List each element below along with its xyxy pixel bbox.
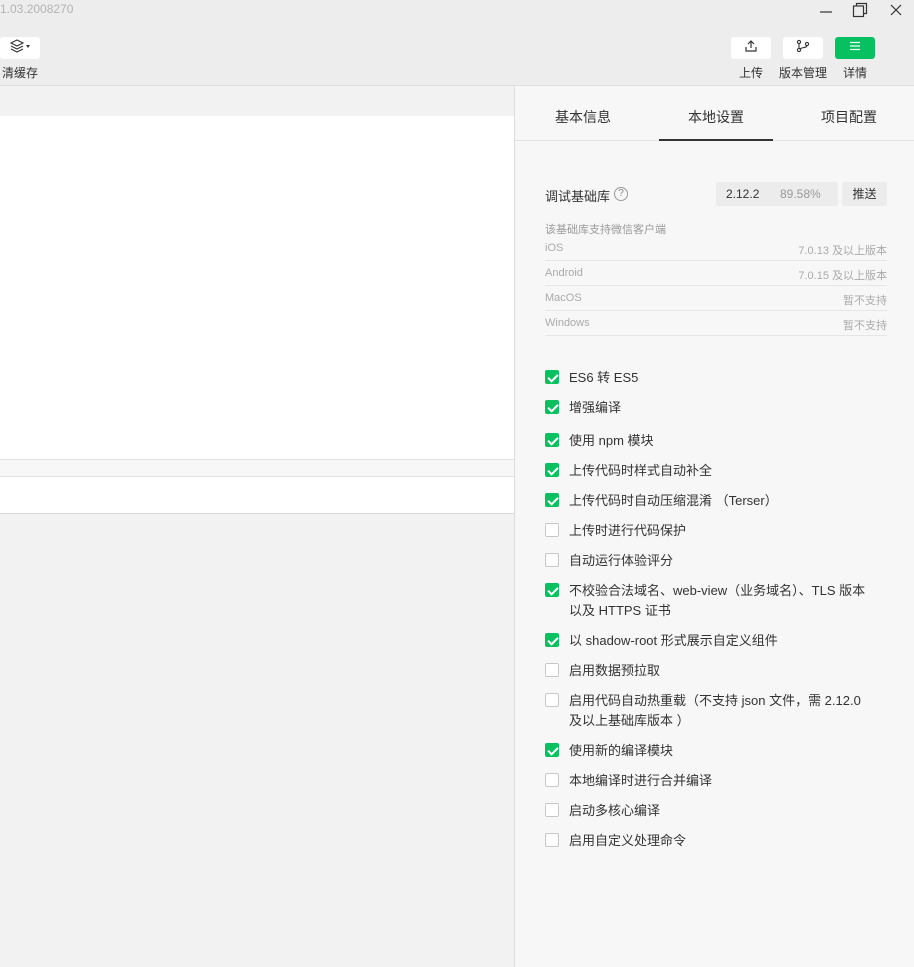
console-strip[interactable] — [0, 477, 514, 514]
checkbox[interactable] — [545, 400, 559, 414]
checkbox[interactable] — [545, 493, 559, 507]
checkbox[interactable] — [545, 553, 559, 567]
option-label: 自动运行体验评分 — [569, 553, 674, 568]
checkbox[interactable] — [545, 773, 559, 787]
close-icon[interactable] — [884, 0, 908, 20]
menu-icon — [849, 39, 861, 57]
push-button[interactable]: 推送 — [842, 182, 887, 206]
option-label: 以 shadow-root 形式展示自定义组件 — [569, 633, 778, 648]
option-label: 使用新的编译模块 — [569, 743, 674, 758]
restore-icon[interactable] — [848, 0, 872, 20]
tab-local-settings[interactable]: 本地设置 — [659, 86, 773, 141]
help-icon[interactable]: ? — [614, 187, 628, 201]
tab-project-config[interactable]: 项目配置 — [789, 86, 909, 141]
tab-bar: 基本信息 本地设置 项目配置 — [515, 86, 914, 141]
checkbox[interactable] — [545, 743, 559, 757]
support-row: Android 7.0.15 及以上版本 — [545, 261, 887, 286]
option-label: ES6 转 ES5 — [569, 370, 639, 385]
checkbox[interactable] — [545, 633, 559, 647]
divider — [0, 459, 514, 477]
debug-lib-row: 调试基础库 ? 2.12.2 89.58% 推送 — [545, 182, 887, 206]
support-version: 暂不支持 — [843, 295, 887, 307]
layers-icon — [9, 38, 31, 58]
support-os: Windows — [545, 317, 590, 329]
option-label: 增强编译 — [569, 400, 622, 415]
debug-lib-version: 2.12.2 — [726, 187, 760, 201]
upload-icon — [744, 39, 758, 58]
checkbox[interactable] — [545, 463, 559, 477]
debug-lib-percent: 89.58% — [780, 187, 821, 201]
version-text: 1.03.2008270 — [0, 2, 74, 16]
checkbox[interactable] — [545, 370, 559, 384]
support-version: 7.0.15 及以上版本 — [798, 270, 887, 282]
details-button[interactable] — [835, 37, 875, 59]
checkbox[interactable] — [545, 833, 559, 847]
option-label: 启用自定义处理命令 — [569, 833, 687, 848]
option-label: 本地编译时进行合并编译 — [569, 773, 713, 788]
support-row: Windows 暂不支持 — [545, 311, 887, 336]
checkbox[interactable] — [545, 523, 559, 537]
support-title: 该基础库支持微信客户端 — [545, 224, 666, 236]
debug-lib-select[interactable]: 2.12.2 89.58% — [716, 182, 838, 206]
editor-area[interactable] — [0, 116, 514, 459]
version-management-button[interactable] — [783, 37, 823, 59]
support-row: iOS 7.0.13 及以上版本 — [545, 236, 887, 261]
minimize-icon[interactable] — [814, 0, 838, 20]
support-row: MacOS 暂不支持 — [545, 286, 887, 311]
option-label: 上传代码时样式自动补全 — [569, 463, 713, 478]
option-label: 不校验合法域名、web-view（业务域名）、TLS 版本以及 HTTPS 证书 — [569, 583, 866, 618]
support-os: MacOS — [545, 292, 582, 304]
option-label: 启用代码自动热重载（不支持 json 文件，需 2.12.0 及以上基础库版本 … — [569, 693, 861, 728]
upload-label: 上传 — [739, 66, 764, 80]
tab-basic-info[interactable]: 基本信息 — [523, 86, 643, 141]
version-management-label: 版本管理 — [779, 66, 828, 80]
checkbox[interactable] — [545, 663, 559, 677]
checkbox[interactable] — [545, 583, 559, 597]
support-version: 暂不支持 — [843, 320, 887, 332]
checkbox[interactable] — [545, 433, 559, 447]
support-os: Android — [545, 267, 583, 279]
support-version: 7.0.13 及以上版本 — [798, 245, 887, 257]
support-table: iOS 7.0.13 及以上版本 Android 7.0.15 及以上版本 Ma… — [545, 236, 887, 336]
clear-cache-button[interactable] — [0, 37, 40, 59]
option-label: 启用数据预拉取 — [569, 663, 661, 678]
checkbox[interactable] — [545, 693, 559, 707]
details-panel: 基本信息 本地设置 项目配置 调试基础库 ? 2.12.2 89.58% 推送 … — [514, 86, 914, 967]
option-label: 使用 npm 模块 — [569, 433, 654, 448]
branch-icon — [796, 39, 810, 58]
support-os: iOS — [545, 242, 564, 254]
details-label: 详情 — [843, 66, 868, 80]
option-label: 上传时进行代码保护 — [569, 523, 687, 538]
top-toolbar: 1.03.2008270 清缓存 上传 版本管理 详情 — [0, 0, 914, 86]
upload-button[interactable] — [731, 37, 771, 59]
option-label: 启动多核心编译 — [569, 803, 661, 818]
debug-lib-label: 调试基础库 — [545, 189, 611, 204]
option-label: 上传代码时自动压缩混淆 （Terser） — [569, 493, 778, 508]
clear-cache-label: 清缓存 — [2, 66, 39, 80]
checkbox[interactable] — [545, 803, 559, 817]
